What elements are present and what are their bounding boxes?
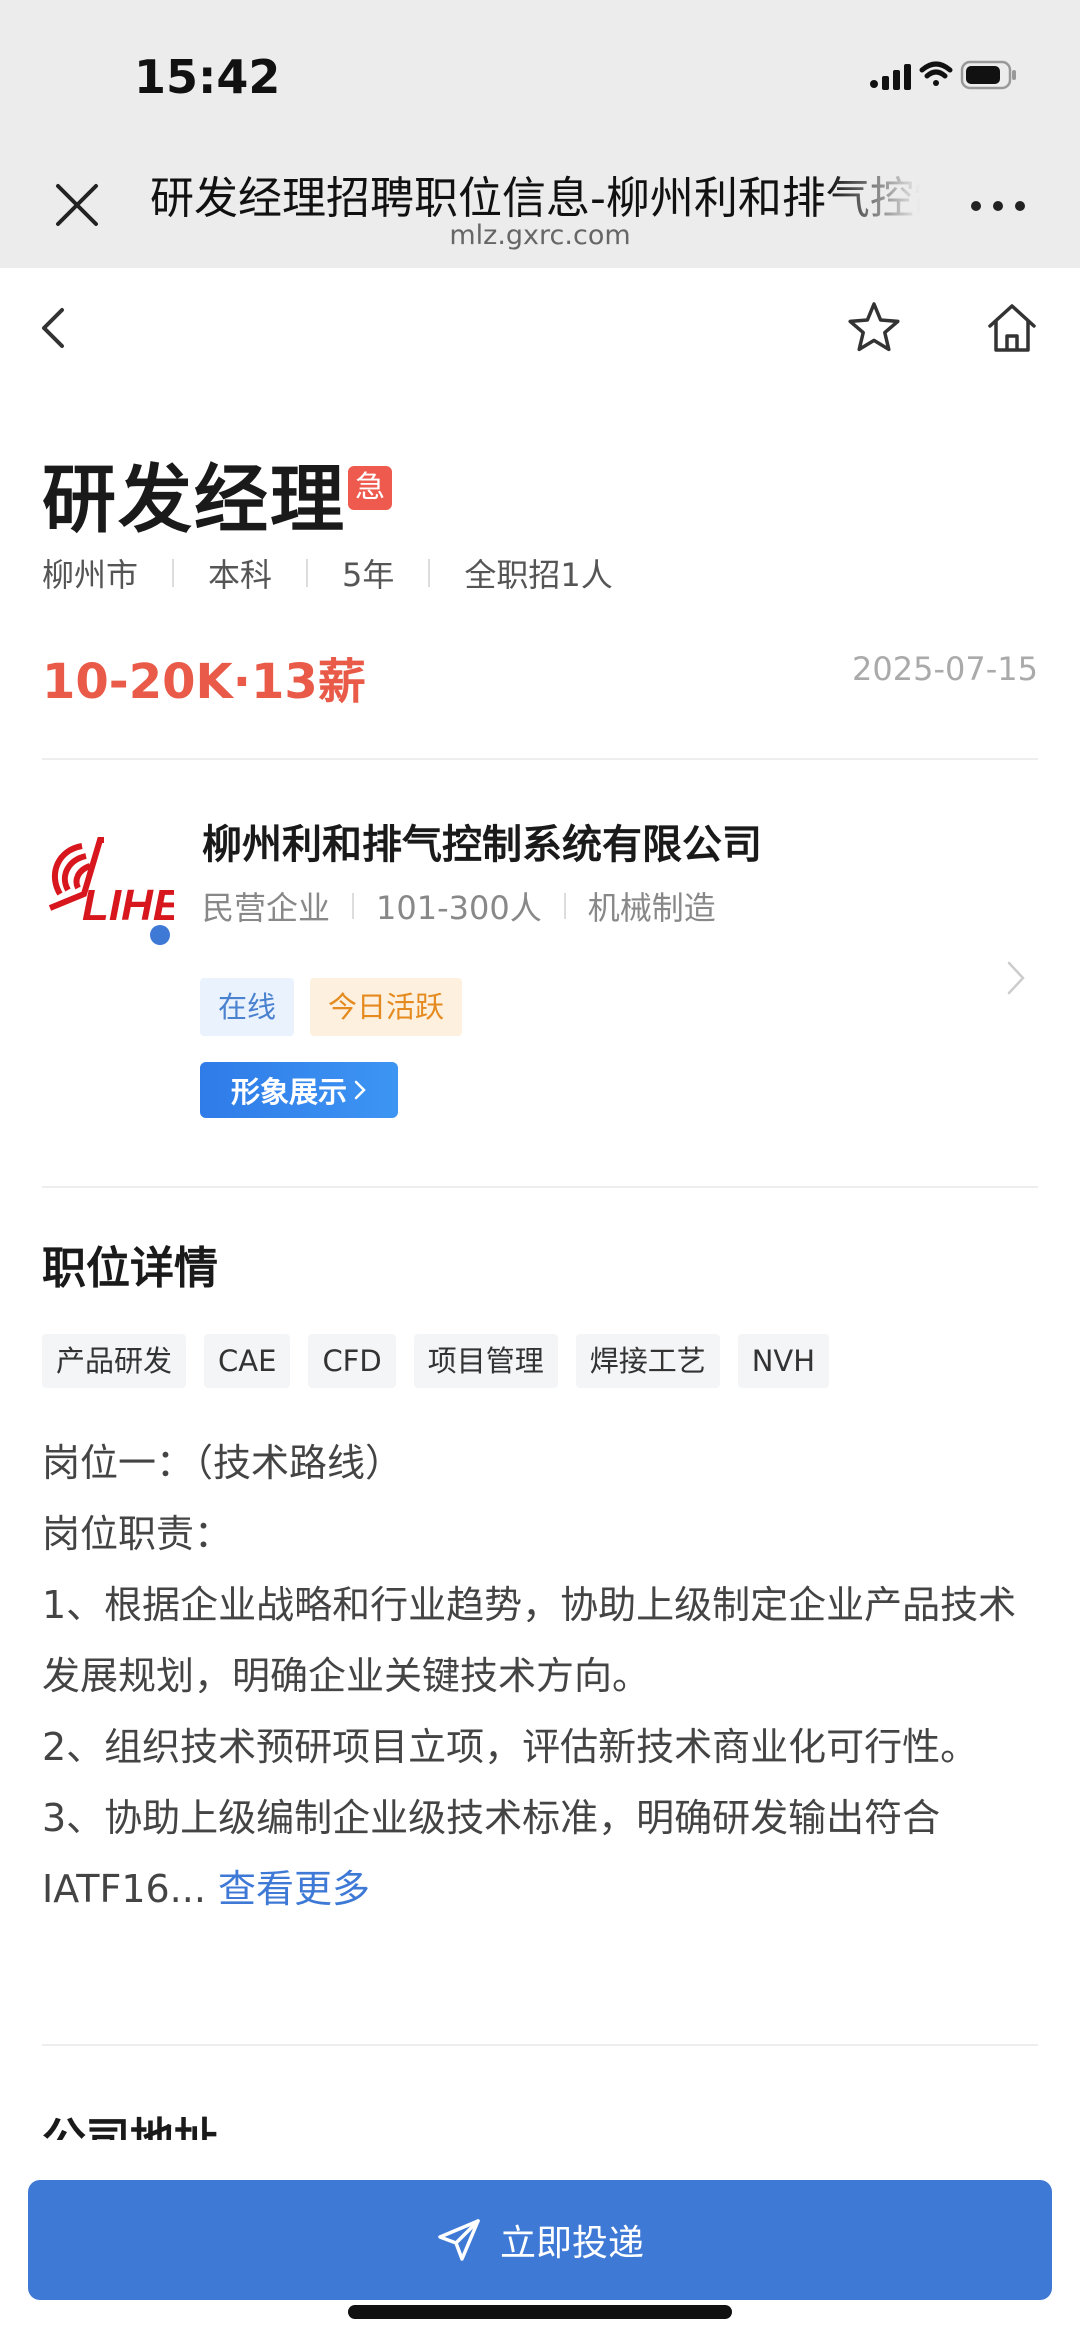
- skill-tag: 项目管理: [413, 1334, 558, 1388]
- company-ownership: 民营企业: [202, 889, 331, 927]
- skill-tag: 产品研发: [42, 1334, 187, 1388]
- job-detail-page: 15:42 研发经理招聘职位信息-柳州利和排气控制系统有限公司: [0, 0, 1080, 2341]
- browser-header: 15:42 研发经理招聘职位信息-柳州利和排气控制系统有限公司: [0, 0, 1080, 268]
- favorite-star-icon[interactable]: [846, 300, 902, 356]
- more-icon[interactable]: [968, 196, 1028, 216]
- skill-tag: CAE: [204, 1334, 291, 1388]
- company-name: 柳州利和排气控制系统有限公司: [202, 822, 762, 868]
- active-today-tag: 今日活跃: [310, 978, 463, 1036]
- status-time: 15:42: [134, 50, 281, 104]
- chevron-right-icon: [1007, 961, 1025, 995]
- company-size: 101-300人: [376, 889, 542, 927]
- separator: [172, 559, 175, 587]
- skill-tag: CFD: [308, 1334, 396, 1388]
- status-icons: [870, 60, 1016, 90]
- divider: [42, 2044, 1038, 2046]
- job-meta: 柳州市 本科 5年 全职招1人: [42, 548, 613, 598]
- apply-button[interactable]: 立即投递: [28, 2180, 1052, 2300]
- separator: [428, 559, 431, 587]
- divider: [42, 1186, 1038, 1188]
- apply-button-label: 立即投递: [499, 2223, 644, 2264]
- send-icon: [438, 2219, 480, 2261]
- company-logo: LIHE: [48, 837, 174, 930]
- salary: 10-20K·13薪: [42, 654, 366, 710]
- description-line: 岗位职责：: [42, 1512, 233, 1556]
- separator: [563, 893, 566, 919]
- skill-tag: 焊接工艺: [575, 1334, 720, 1388]
- job-title: 研发经理: [42, 457, 346, 543]
- online-tag: 在线: [200, 978, 295, 1036]
- wifi-icon: [919, 61, 953, 86]
- browser-url: mlz.gxrc.com: [449, 220, 631, 251]
- description-line-text: 3、协助上级编制企业级技术标准，明确研发输出符合IATF16...: [42, 1796, 941, 1911]
- showcase-label: 形象展示: [230, 1075, 347, 1109]
- home-indicator: [348, 2305, 732, 2319]
- urgent-badge: 急: [348, 466, 392, 510]
- online-status-dot: [150, 925, 170, 945]
- battery-icon: [960, 60, 1016, 90]
- browser-title: 研发经理招聘职位信息-柳州利和排气控制系统有限公司: [150, 173, 920, 224]
- back-icon[interactable]: [38, 304, 68, 352]
- description-line: 1、根据企业战略和行业趋势，协助上级制定企业产品技术发展规划，明确企业关键技术方…: [42, 1583, 1017, 1698]
- section-title-job-detail: 职位详情: [42, 1243, 218, 1294]
- cellular-signal-icon: [870, 64, 911, 90]
- job-type-headcount: 全职招1人: [464, 556, 613, 594]
- job-description: 岗位一：（技术路线） 岗位职责： 1、根据企业战略和行业趋势，协助上级制定企业产…: [42, 1428, 1042, 1925]
- description-line: 2、组织技术预研项目立项，评估新技术商业化可行性。: [42, 1725, 979, 1769]
- see-more-link[interactable]: 查看更多: [218, 1867, 370, 1911]
- company-card[interactable]: LIHE 柳州利和排气控制系统有限公司 民营企业 101-300人 机械制造 在…: [0, 760, 1080, 1180]
- svg-text:LIHE: LIHE: [82, 881, 174, 930]
- company-showcase-button[interactable]: 形象展示: [200, 1062, 398, 1118]
- skill-tags: 产品研发 CAE CFD 项目管理 焊接工艺 NVH: [42, 1334, 847, 1388]
- home-icon[interactable]: [984, 300, 1040, 356]
- company-industry: 机械制造: [587, 889, 716, 927]
- description-line-last: 3、协助上级编制企业级技术标准，明确研发输出符合IATF16... 查看更多: [42, 1783, 1042, 1925]
- post-date: 2025-07-15: [852, 650, 1038, 688]
- job-education: 本科: [208, 556, 273, 594]
- chevron-right-icon: [354, 1080, 366, 1100]
- separator: [306, 559, 309, 587]
- skill-tag: NVH: [737, 1334, 830, 1388]
- company-meta: 民营企业 101-300人 机械制造: [202, 884, 716, 928]
- job-location: 柳州市: [42, 556, 139, 594]
- job-experience: 5年: [342, 556, 395, 594]
- description-line: 岗位一：（技术路线）: [42, 1441, 404, 1485]
- separator: [352, 893, 355, 919]
